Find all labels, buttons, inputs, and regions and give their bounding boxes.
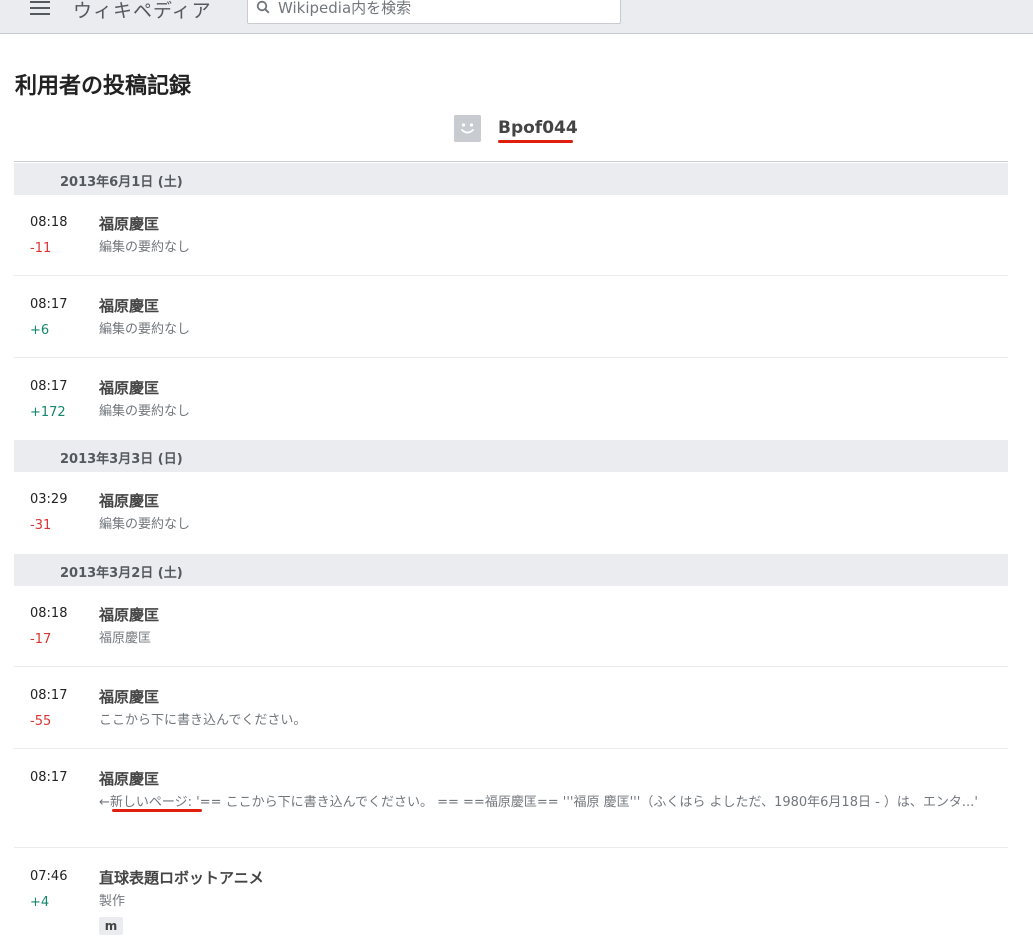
contribution-row: 08:17 -55 福原慶匡 ここから下に書き込んでください。 <box>14 668 1008 749</box>
entry-page-title[interactable]: 福原慶匡 <box>99 295 159 316</box>
entry-time[interactable]: 08:17 <box>30 379 67 394</box>
entry-summary: 製作 <box>99 894 126 909</box>
entry-summary: 編集の要約なし <box>99 517 191 532</box>
entry-summary: ここから下に書き込んでください。 <box>99 713 307 728</box>
entry-page-title[interactable]: 福原慶匡 <box>99 490 159 511</box>
username-link[interactable]: Bpof044 <box>498 118 578 138</box>
entry-summary-text: : '== ここから下に書き込んでください。 == ==福原慶匡== '''福原… <box>187 795 978 810</box>
contribution-row: 08:18 -11 福原慶匡 編集の要約なし <box>14 195 1008 276</box>
entry-time[interactable]: 08:18 <box>30 215 67 230</box>
entry-diff: +6 <box>30 323 50 338</box>
day-header-date: 2013年3月3日 (日) <box>60 452 183 467</box>
hamburger-menu-icon[interactable] <box>30 0 52 18</box>
contribution-row: 07:46 +4 直球表題ロボットアニメ 製作 m <box>14 849 1008 942</box>
username-highlight-mark <box>498 140 573 143</box>
entry-summary: 編集の要約なし <box>99 404 191 419</box>
day-header-date: 2013年3月2日 (土) <box>60 566 183 581</box>
entry-page-title[interactable]: 福原慶匡 <box>99 686 159 707</box>
entry-page-title[interactable]: 福原慶匡 <box>99 213 159 234</box>
site-brand[interactable]: ウィキペディア <box>73 0 212 23</box>
entry-summary: 福原慶匡 <box>99 631 152 646</box>
contribution-row: 08:17 +172 福原慶匡 編集の要約なし <box>14 359 1008 440</box>
contribution-row: 08:18 -17 福原慶匡 福原慶匡 <box>14 586 1008 667</box>
entry-page-title[interactable]: 直球表題ロボットアニメ <box>99 867 264 888</box>
contribution-row: 08:17 +6 福原慶匡 編集の要約なし <box>14 277 1008 358</box>
entry-time[interactable]: 08:18 <box>30 606 67 621</box>
search-input[interactable] <box>278 0 608 19</box>
entry-diff: +4 <box>30 895 50 910</box>
entry-time[interactable]: 03:29 <box>30 492 67 507</box>
contribution-row: 08:17 福原慶匡 ←新しいページ: '== ここから下に書き込んでください。… <box>14 750 1008 848</box>
entry-time[interactable]: 08:17 <box>30 297 67 312</box>
entry-summary: ←新しいページ: '== ここから下に書き込んでください。 == ==福原慶匡=… <box>99 794 994 812</box>
minor-edit-badge: m <box>99 917 123 935</box>
entry-page-title[interactable]: 福原慶匡 <box>99 377 159 398</box>
entry-diff: -31 <box>30 518 52 533</box>
page-title: 利用者の投稿記録 <box>15 74 192 99</box>
entry-summary: 編集の要約なし <box>99 240 191 255</box>
entry-time[interactable]: 08:17 <box>30 688 67 703</box>
new-page-link[interactable]: ←新しいページ <box>99 795 188 810</box>
day-header: 2013年3月3日 (日) <box>14 440 1008 472</box>
entry-diff: -55 <box>30 714 52 729</box>
entry-page-title[interactable]: 福原慶匡 <box>99 604 159 625</box>
search-box[interactable] <box>247 0 621 24</box>
entry-page-title[interactable]: 福原慶匡 <box>99 768 159 789</box>
search-icon <box>256 0 270 14</box>
entry-diff: -11 <box>30 241 52 256</box>
entry-diff: -17 <box>30 632 52 647</box>
entry-diff: +172 <box>30 405 66 420</box>
contribution-row: 03:29 -31 福原慶匡 編集の要約なし <box>14 472 1008 553</box>
entry-time[interactable]: 07:46 <box>30 869 67 884</box>
entry-summary: 編集の要約なし <box>99 322 191 337</box>
user-header: Bpof044 <box>14 112 1008 162</box>
top-bar: ウィキペディア <box>0 0 1033 34</box>
user-avatar-icon <box>454 115 481 142</box>
new-page-highlight-mark <box>112 809 202 812</box>
day-header: 2013年3月2日 (土) <box>14 554 1008 586</box>
entry-time[interactable]: 08:17 <box>30 770 67 785</box>
day-header-date: 2013年6月1日 (土) <box>60 175 183 190</box>
day-header: 2013年6月1日 (土) <box>14 163 1008 195</box>
